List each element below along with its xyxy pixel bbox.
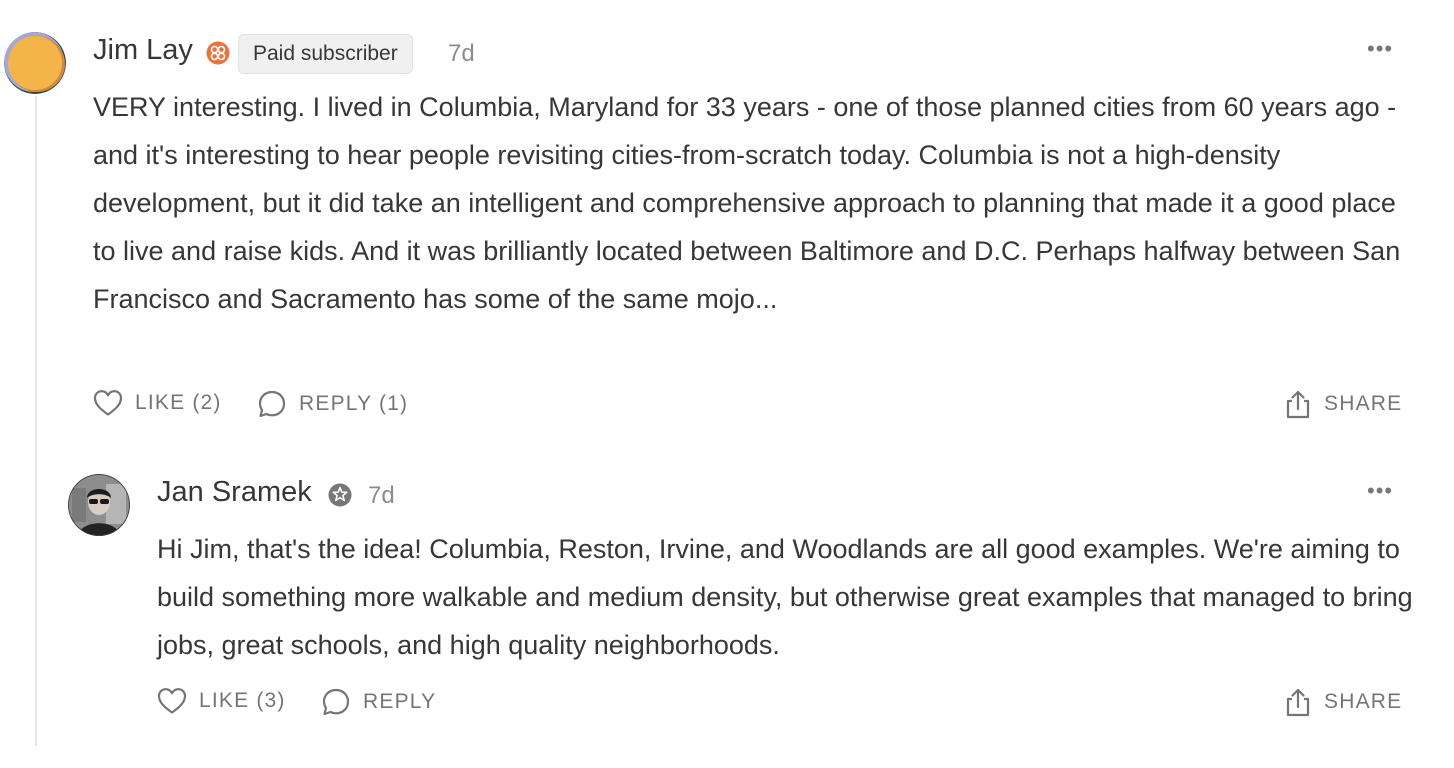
subscriber-badge-icon	[206, 41, 230, 70]
share-label: SHARE	[1324, 392, 1403, 415]
comment-body: Hi Jim, that's the idea! Columbia, Resto…	[157, 534, 1413, 660]
comment-author[interactable]: Jan Sramek	[157, 476, 312, 509]
share-icon	[1286, 390, 1310, 419]
author-badge-icon	[328, 483, 352, 512]
avatar-image	[68, 474, 130, 536]
share-icon	[1286, 688, 1310, 717]
reply-button[interactable]: REPLY	[321, 687, 436, 717]
share-button[interactable]: SHARE	[1284, 687, 1402, 717]
comment-author[interactable]: Jim Lay	[93, 34, 193, 67]
avatar[interactable]	[68, 474, 130, 536]
avatar-image	[4, 32, 66, 94]
thread-line	[35, 96, 37, 746]
more-icon[interactable]: •••	[1367, 38, 1393, 60]
comment-timestamp[interactable]: 7d	[448, 40, 475, 68]
comment-icon	[258, 390, 286, 418]
heart-icon	[93, 390, 123, 416]
like-button[interactable]: LIKE (2)	[93, 389, 222, 417]
comment-icon	[322, 688, 350, 716]
reply-label: REPLY (1)	[299, 392, 409, 415]
avatar[interactable]	[4, 32, 66, 94]
like-label: LIKE (3)	[199, 689, 286, 712]
paid-subscriber-badge: Paid subscriber	[238, 34, 413, 74]
reply-button[interactable]: REPLY (1)	[257, 389, 408, 419]
like-button[interactable]: LIKE (3)	[157, 687, 286, 715]
share-button[interactable]: SHARE	[1284, 389, 1402, 419]
reply-label: REPLY	[363, 690, 437, 713]
like-label: LIKE (2)	[135, 391, 222, 414]
comment-body: VERY interesting. I lived in Columbia, M…	[93, 92, 1401, 314]
more-icon[interactable]: •••	[1367, 480, 1393, 502]
comment-timestamp[interactable]: 7d	[368, 482, 395, 510]
heart-icon	[157, 688, 187, 714]
share-label: SHARE	[1324, 690, 1403, 713]
